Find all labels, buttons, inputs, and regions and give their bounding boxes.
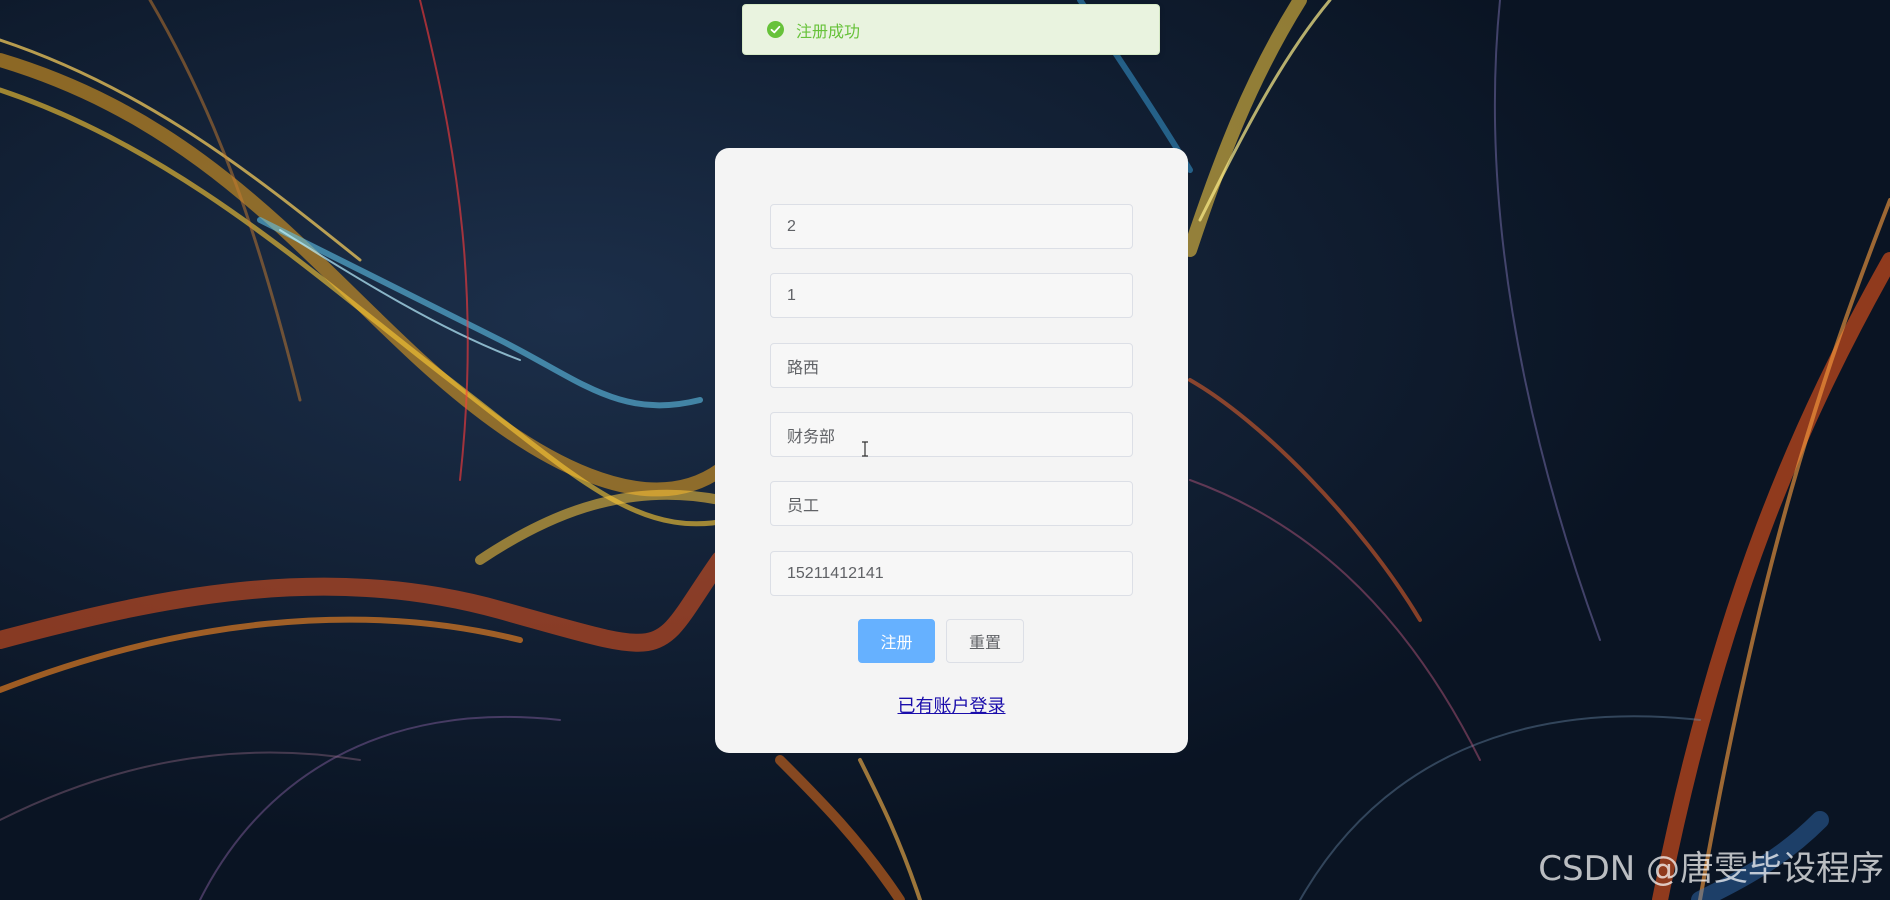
reset-button[interactable]: 重置 — [946, 619, 1024, 663]
phone-input[interactable] — [770, 551, 1133, 596]
department-input[interactable] — [770, 412, 1133, 457]
register-card: 注册 重置 已有账户登录 — [715, 148, 1188, 753]
watermark: CSDN @唐雯毕设程序 — [1538, 849, 1884, 889]
role-input[interactable] — [770, 481, 1133, 526]
success-toast: 注册成功 — [742, 4, 1160, 55]
name-input[interactable] — [770, 343, 1133, 388]
password-input[interactable] — [770, 273, 1133, 318]
text-cursor-icon — [860, 441, 870, 457]
check-circle-icon — [767, 21, 784, 38]
employee-id-input[interactable] — [770, 204, 1133, 249]
login-link[interactable]: 已有账户登录 — [715, 692, 1188, 718]
toast-message: 注册成功 — [796, 23, 861, 41]
register-button[interactable]: 注册 — [858, 619, 935, 663]
